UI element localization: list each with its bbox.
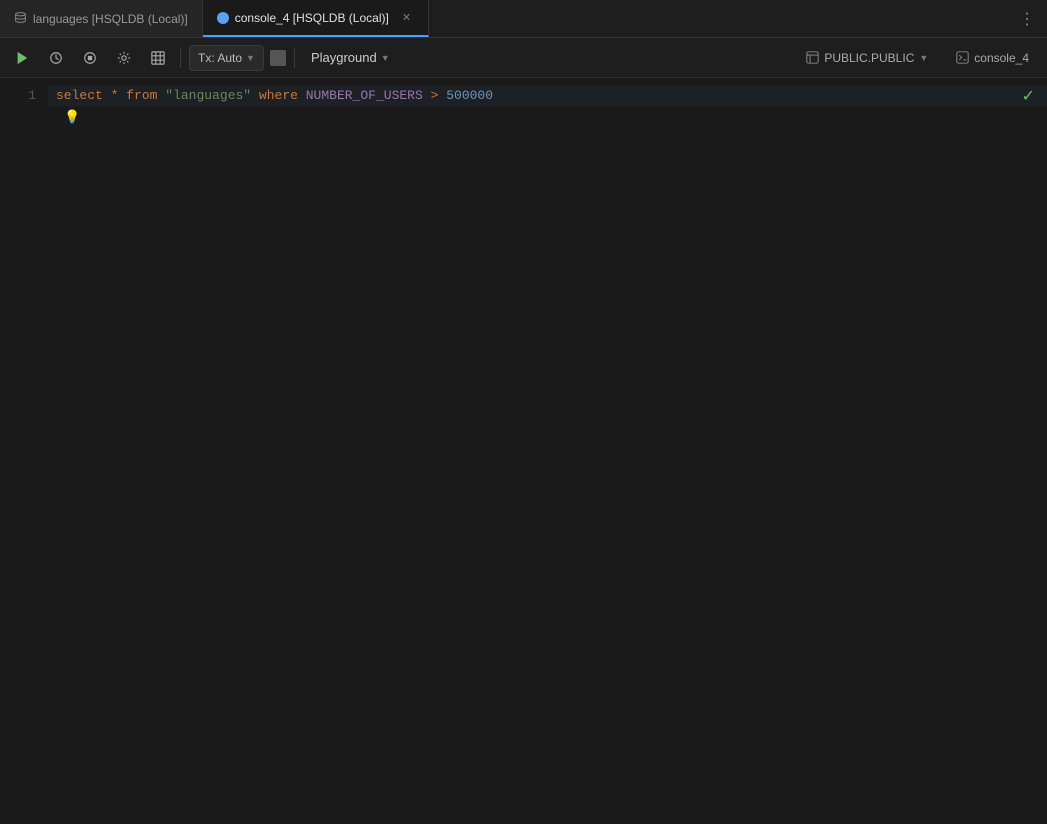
- wildcard: *: [111, 86, 119, 106]
- space-1: [103, 86, 111, 106]
- database-icon: [14, 11, 27, 27]
- grid-button[interactable]: [144, 44, 172, 72]
- space-2: [118, 86, 126, 106]
- code-editor[interactable]: select * from "languages" where NUMBER_O…: [48, 78, 1047, 824]
- toolbar-right: PUBLIC.PUBLIC ▼ console_4: [796, 48, 1039, 68]
- operator-gt: >: [431, 86, 439, 106]
- transaction-indicator: [270, 50, 286, 66]
- tx-dropdown[interactable]: Tx: Auto ▼: [189, 45, 264, 71]
- playground-label: Playground: [311, 50, 377, 65]
- code-line-1: select * from "languages" where NUMBER_O…: [48, 86, 1047, 106]
- number-value: 500000: [446, 86, 493, 106]
- separator-2: [294, 48, 295, 68]
- code-line-2: 💡: [48, 106, 1047, 130]
- table-name: "languages": [165, 86, 251, 106]
- tab-bar: languages [HSQLDB (Local)] console_4 [HS…: [0, 0, 1047, 38]
- tab-close-button[interactable]: ✕: [399, 10, 414, 25]
- console-dot-icon: [217, 12, 229, 24]
- schema-label: PUBLIC.PUBLIC: [824, 51, 914, 65]
- toolbar: Tx: Auto ▼ Playground ▼ PUBLIC.PUBLIC ▼ …: [0, 38, 1047, 78]
- settings-button[interactable]: [110, 44, 138, 72]
- checkmark-icon: ✓: [1022, 86, 1035, 106]
- schema-icon: [806, 51, 819, 64]
- editor-area: 1 select * from "languages" where NUMBER…: [0, 78, 1047, 824]
- schema-selector[interactable]: PUBLIC.PUBLIC ▼: [796, 48, 938, 68]
- languages-tab-label: languages [HSQLDB (Local)]: [33, 12, 188, 26]
- stop-button[interactable]: [76, 44, 104, 72]
- line-number-1: 1: [0, 86, 36, 106]
- more-tabs-button[interactable]: ⋮: [1007, 0, 1047, 37]
- space-7: [438, 86, 446, 106]
- separator-1: [180, 48, 181, 68]
- tab-console4[interactable]: console_4 [HSQLDB (Local)] ✕: [203, 0, 429, 37]
- console-label: console_4: [974, 51, 1029, 65]
- playground-dropdown[interactable]: Playground ▼: [303, 47, 398, 68]
- space-4: [251, 86, 259, 106]
- more-icon: ⋮: [1019, 9, 1035, 29]
- tab-languages[interactable]: languages [HSQLDB (Local)]: [0, 0, 203, 37]
- tab-spacer: [429, 0, 1007, 37]
- tx-label: Tx: Auto: [198, 51, 242, 65]
- space-5: [298, 86, 306, 106]
- keyword-from: from: [126, 86, 157, 106]
- space-6: [423, 86, 431, 106]
- tx-dropdown-arrow: ▼: [246, 53, 255, 63]
- console-selector[interactable]: console_4: [946, 48, 1039, 68]
- keyword-select: select: [56, 86, 103, 106]
- history-button[interactable]: [42, 44, 70, 72]
- column-name: NUMBER_OF_USERS: [306, 86, 423, 106]
- line-numbers: 1: [0, 78, 48, 824]
- hint-icon: 💡: [56, 106, 88, 130]
- keyword-where: where: [259, 86, 298, 106]
- playground-dropdown-arrow: ▼: [381, 53, 390, 63]
- space-3: [157, 86, 165, 106]
- schema-dropdown-arrow: ▼: [919, 53, 928, 63]
- console4-tab-label: console_4 [HSQLDB (Local)]: [235, 11, 389, 25]
- console-icon: [956, 51, 969, 64]
- run-button[interactable]: [8, 44, 36, 72]
